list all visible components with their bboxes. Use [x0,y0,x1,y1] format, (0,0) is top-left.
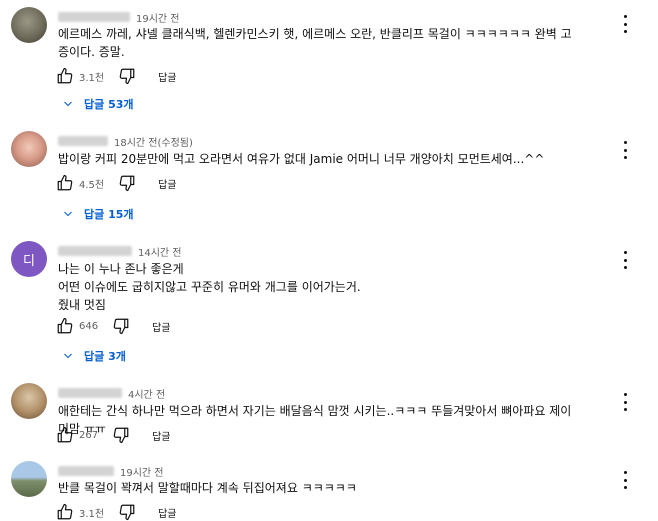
avatar[interactable] [11,383,47,419]
comment-text-line: 어떤 이슈에도 굽히지않고 꾸준히 유머와 개그를 이어가는거. [58,280,361,294]
comment-timestamp[interactable]: 14시간 전 [138,244,182,259]
comment-timestamp[interactable]: 4시간 전 [128,386,165,401]
more-vert-icon [623,393,627,396]
like-count: 3.1천 [79,72,105,84]
comment-meta: 14시간 전 [58,243,182,259]
comment-timestamp[interactable]: 19시간 전 [136,10,180,25]
comment-timestamp[interactable]: 19시간 전 [120,464,164,479]
thumb-up-icon[interactable] [56,317,74,335]
more-actions-button[interactable] [622,393,628,411]
more-actions-button[interactable] [622,141,628,159]
replies-count-label: 답글 3개 [84,350,126,363]
reply-button[interactable]: 답글 [158,69,176,84]
reply-button[interactable]: 답글 [152,319,170,334]
like-count: 4.5천 [79,179,105,191]
chevron-down-icon [64,353,72,359]
avatar[interactable] [11,131,47,167]
comment-text: 나는 이 누나 존나 좋은게 어떤 이슈에도 굽히지않고 꾸준히 유머와 개그를… [58,260,578,314]
avatar[interactable] [11,7,47,43]
comment-item: 19시간 전 에르메스 까레, 샤넬 클래식백, 헬렌카민스키 햇, 에르메스 … [0,7,658,117]
comment-item: 디 14시간 전 나는 이 누나 존나 좋은게 어떤 이슈에도 굽히지않고 꾸준… [0,241,658,366]
view-replies-button[interactable]: 답글 3개 [62,348,126,364]
avatar-letter: 디 [23,253,35,269]
view-replies-button[interactable]: 답글 53개 [62,96,134,112]
more-vert-icon [623,251,627,254]
comment-meta: 19시간 전 [58,463,164,479]
view-replies-button[interactable]: 답글 15개 [62,206,134,222]
comment-item: 18시간 전(수정됨) 밥이랑 커피 20분만에 먹고 오라면서 여유가 없대 … [0,131,658,231]
thumb-down-icon[interactable] [118,174,136,192]
replies-count-label: 답글 15개 [84,208,134,221]
reply-button[interactable]: 답글 [158,176,176,191]
comment-meta: 18시간 전(수정됨) [58,133,193,149]
avatar[interactable] [11,461,47,497]
thumb-up-icon[interactable] [56,426,74,444]
comment-timestamp[interactable]: 18시간 전(수정됨) [114,134,193,149]
chevron-down-icon [64,101,72,107]
comment-item: 19시간 전 반클 목걸이 꽉껴서 말할때마다 계속 뒤집어져요 ㅋㅋㅋㅋㅋ 3… [0,461,658,521]
thumb-up-icon[interactable] [56,174,74,192]
comment-actions: 646 답글 [56,317,171,335]
comment-meta: 19시간 전 [58,9,180,25]
like-count: 3.1천 [79,508,105,520]
comment-actions: 4.5천 답글 [56,174,177,192]
more-actions-button[interactable] [622,471,628,489]
author-handle-blurred[interactable] [58,466,114,476]
author-handle-blurred[interactable] [58,12,130,22]
more-vert-icon [623,15,627,18]
thumb-up-icon[interactable] [56,503,74,521]
like-count: 267 [79,429,99,441]
thumb-down-icon[interactable] [118,503,136,521]
comment-meta: 4시간 전 [58,385,165,401]
more-actions-button[interactable] [622,251,628,269]
replies-count-label: 답글 53개 [84,98,134,111]
comment-text-line: 나는 이 누나 존나 좋은게 [58,262,184,276]
comment-actions: 3.1천 답글 [56,67,177,85]
author-handle-blurred[interactable] [58,246,132,256]
avatar[interactable]: 디 [11,241,47,277]
comment-text: 밥이랑 커피 20분만에 먹고 오라면서 여유가 없대 Jamie 어머니 너무… [58,152,545,166]
like-count: 646 [79,320,99,332]
comment-actions: 3.1천 답글 [56,503,177,521]
reply-button[interactable]: 답글 [152,428,170,443]
author-handle-blurred[interactable] [58,136,108,146]
more-vert-icon [623,471,627,474]
chevron-down-icon [64,211,72,217]
more-vert-icon [623,141,627,144]
thumb-down-icon[interactable] [118,67,136,85]
thumb-down-icon[interactable] [112,426,130,444]
comment-text: 반클 목걸이 꽉껴서 말할때마다 계속 뒤집어져요 ㅋㅋㅋㅋㅋ [58,481,357,495]
comment-actions: 267 답글 [56,426,171,444]
comment-text-line: 줬내 멋짐 [58,298,106,312]
comment-text: 에르메스 까레, 샤넬 클래식백, 헬렌카민스키 햇, 에르메스 오란, 반클리… [58,27,572,59]
thumb-up-icon[interactable] [56,67,74,85]
more-actions-button[interactable] [622,15,628,33]
reply-button[interactable]: 답글 [158,505,176,520]
thumb-down-icon[interactable] [112,317,130,335]
author-handle-blurred[interactable] [58,388,122,398]
comment-item: 4시간 전 애한테는 간식 하나만 먹으라 하면서 자기는 배달음식 맘껏 시키… [0,383,658,448]
